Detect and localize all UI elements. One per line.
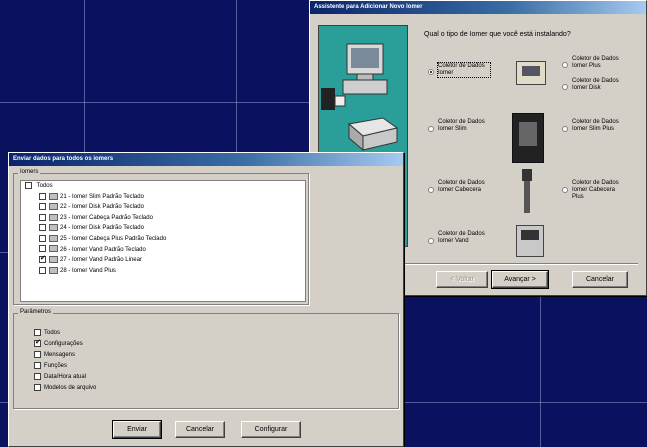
iomer-checkbox[interactable] (39, 245, 46, 253)
iomer-device-icon (49, 234, 58, 242)
wizard-title-bar: Assistente para Adicionar Novo Iomer (310, 1, 646, 14)
send-cancel-button[interactable]: Cancelar (175, 421, 225, 438)
option-label-iomer-slim[interactable]: Coletor de Dados Iomer Slim (438, 119, 490, 133)
wizard-cancel-button[interactable]: Cancelar (572, 271, 628, 288)
iomer-device-icon (49, 256, 58, 264)
option-radio-iomer-slim[interactable] (428, 126, 434, 132)
iomer-device-icon (49, 213, 58, 221)
wizard-question: Qual o tipo de Iomer que você está insta… (424, 31, 571, 38)
param-label: Funções (44, 363, 68, 369)
iomer-checkbox[interactable] (39, 203, 46, 211)
root-label: Todos (36, 183, 53, 189)
tree-root-row[interactable]: Todos (21, 181, 305, 192)
option-radio-iomer-vand[interactable] (428, 238, 434, 244)
device-image-iomer-vand (516, 225, 544, 257)
tree-item-row[interactable]: 26 - Iomer Vand Padrão Teclado (39, 245, 305, 256)
param-checkbox[interactable] (34, 328, 41, 336)
iomer-label: 26 - Iomer Vand Padrão Teclado (60, 246, 146, 253)
iomer-checkbox[interactable] (39, 224, 46, 232)
iomer-label: 25 - Iomer Cabeça Plus Padrão Teclado (60, 235, 167, 242)
tree-item-row[interactable]: 28 - Iomer Vand Plus (39, 266, 305, 277)
param-row[interactable]: Todos (34, 328, 96, 339)
option-label-iomer-slim-plus[interactable]: Coletor de Dados Iomer Slim Plus (572, 119, 624, 133)
tree-item-row[interactable]: 24 - Iomer Disk Padrão Teclado (39, 223, 305, 234)
configure-button[interactable]: Configurar (241, 421, 301, 438)
option-label-iomer-cabecera-plus[interactable]: Coletor de Dados Iomer Cabecera Plus (572, 180, 624, 201)
params-group: Parâmetros Todos Configurações Mensagens Fu… (13, 309, 399, 409)
option-radio-iomer-slim-plus[interactable] (562, 126, 568, 132)
send-title-bar: Enviar dados para todos os iomers (9, 153, 403, 166)
params-list: Todos Configurações Mensagens Funções Data/H… (34, 328, 96, 394)
iomer-device-icon (49, 245, 58, 253)
params-group-label: Parâmetros (18, 309, 54, 315)
root-checkbox[interactable] (25, 181, 32, 189)
param-row[interactable]: Mensagens (34, 350, 96, 361)
option-radio-iomer-plus[interactable] (562, 62, 568, 68)
param-label: Mensagens (44, 352, 76, 358)
iomer-checkbox[interactable] (39, 266, 46, 274)
iomer-device-icon (49, 224, 58, 232)
iomer-checkbox[interactable] (39, 213, 46, 221)
iomer-label: 27 - Iomer Vand Padrão Linear (60, 257, 142, 264)
param-label: Modelos de arquivo (44, 385, 97, 391)
param-label: Data/Hora atual (44, 374, 87, 380)
option-label-iomer-disk[interactable]: Coletor de Dados Iomer Disk (572, 78, 624, 92)
param-row[interactable]: Configurações (34, 338, 96, 350)
iomer-checkbox[interactable] (39, 234, 46, 242)
iomer-device-icon (49, 203, 58, 211)
iomer-label: 28 - Iomer Vand Plus (60, 267, 116, 274)
iomer-label: 21 - Iomer Slim Padrão Teclado (60, 193, 144, 200)
tree-item-row[interactable]: 23 - Iomer Cabeça Padrão Teclado (39, 213, 305, 224)
iomers-list: Todos 21 - Iomer Slim Padrão Teclado 22 -… (20, 180, 306, 302)
tree-item-row[interactable]: 27 - Iomer Vand Padrão Linear (39, 254, 305, 266)
send-button[interactable]: Enviar (112, 420, 162, 439)
option-radio-iomer-disk[interactable] (562, 84, 568, 90)
iomer-label: 24 - Iomer Disk Padrão Teclado (60, 225, 144, 232)
device-image-iomer-slim (512, 113, 544, 163)
param-row[interactable]: Funções (34, 361, 96, 372)
iomer-device-icon (49, 266, 58, 274)
option-label-iomer-cabecera[interactable]: Coletor de Dados Iomer Cabecera (438, 180, 490, 194)
tree-item-row[interactable]: 25 - Iomer Cabeça Plus Padrão Teclado (39, 234, 305, 245)
option-label-iomer-plus[interactable]: Coletor de Dados Iomer Plus (572, 56, 624, 70)
option-label-iomer-vand[interactable]: Coletor de Dados Iomer Vand (438, 231, 490, 245)
param-label: Configurações (44, 341, 83, 347)
option-radio-iomer-cabecera[interactable] (428, 187, 434, 193)
option-radio-iomer[interactable] (428, 69, 434, 75)
param-row[interactable]: Data/Hora atual (34, 372, 96, 383)
device-image-iomer-cabecera (522, 169, 532, 213)
option-radio-iomer-cabecera-plus[interactable] (562, 187, 568, 193)
param-checkbox[interactable] (34, 372, 41, 380)
param-checkbox[interactable] (34, 350, 41, 358)
send-data-window: Enviar dados para todos os iomers Iomers… (8, 152, 404, 447)
iomers-group: Iomers Todos 21 - Iomer Slim Padrão Tecl… (13, 169, 309, 305)
iomer-label: 22 - Iomer Disk Padrão Teclado (60, 204, 144, 211)
param-checkbox[interactable] (34, 361, 41, 369)
tree-item-row[interactable]: 21 - Iomer Slim Padrão Teclado (39, 192, 305, 203)
param-label: Todos (44, 330, 61, 336)
param-checkbox[interactable] (34, 383, 41, 391)
iomer-label: 23 - Iomer Cabeça Padrão Teclado (60, 214, 153, 221)
iomer-checkbox[interactable] (39, 254, 46, 264)
next-button[interactable]: Avançar > (491, 270, 549, 289)
param-row[interactable]: Modelos de arquivo (34, 383, 96, 394)
tree-items: 21 - Iomer Slim Padrão Teclado 22 - Iomer… (21, 192, 305, 277)
tree-item-row[interactable]: 22 - Iomer Disk Padrão Teclado (39, 202, 305, 213)
option-label-iomer[interactable]: Coletor de Dados Iomer (437, 62, 491, 78)
iomers-group-label: Iomers (18, 169, 41, 175)
device-image-iomer (516, 61, 546, 85)
back-button[interactable]: < Voltar (436, 271, 488, 288)
iomer-checkbox[interactable] (39, 192, 46, 200)
param-checkbox[interactable] (34, 338, 41, 347)
iomer-device-icon (49, 192, 58, 200)
